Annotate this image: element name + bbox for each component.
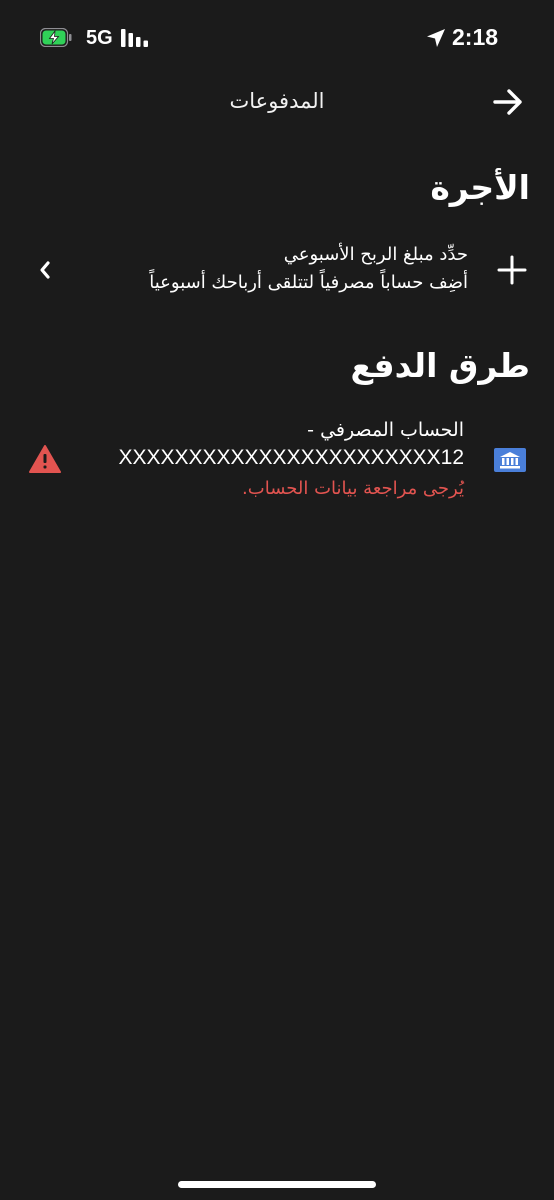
home-indicator[interactable] (178, 1181, 376, 1188)
weekly-earnings-title: حدِّد مبلغ الربح الأسبوعي (283, 244, 468, 265)
chevron-left-icon (40, 261, 50, 279)
bank-account-warning: يُرجى مراجعة بيانات الحساب. (242, 478, 464, 499)
signal-strength-icon (121, 29, 148, 47)
status-bar: 5G 2:18 (0, 0, 554, 76)
back-button[interactable] (490, 84, 526, 120)
page-title: المدفوعات (229, 89, 325, 113)
weekly-earnings-item[interactable]: حدِّد مبلغ الربح الأسبوعي أضِف حساباً مص… (20, 232, 534, 308)
warning-triangle-icon (29, 445, 61, 473)
arrow-right-icon (493, 89, 522, 115)
bank-icon (494, 448, 526, 472)
location-arrow-icon (427, 29, 445, 47)
bank-account-number: XXXXXXXXXXXXXXXXXXXXXXX12 (118, 446, 464, 469)
earnings-section-title: الأجرة (430, 168, 530, 207)
weekly-earnings-subtitle: أضِف حساباً مصرفياً لتتلقى أرباحك أسبوعي… (149, 272, 468, 293)
network-type: 5G (86, 27, 113, 49)
bank-account-label: الحساب المصرفي - (307, 419, 464, 441)
bank-account-item[interactable]: الحساب المصرفي - XXXXXXXXXXXXXXXXXXXXXXX… (20, 412, 534, 512)
payment-methods-section-title: طرق الدفع (350, 346, 530, 385)
plus-icon (497, 255, 527, 285)
battery-icon (40, 28, 72, 47)
status-time: 2:18 (452, 24, 499, 50)
